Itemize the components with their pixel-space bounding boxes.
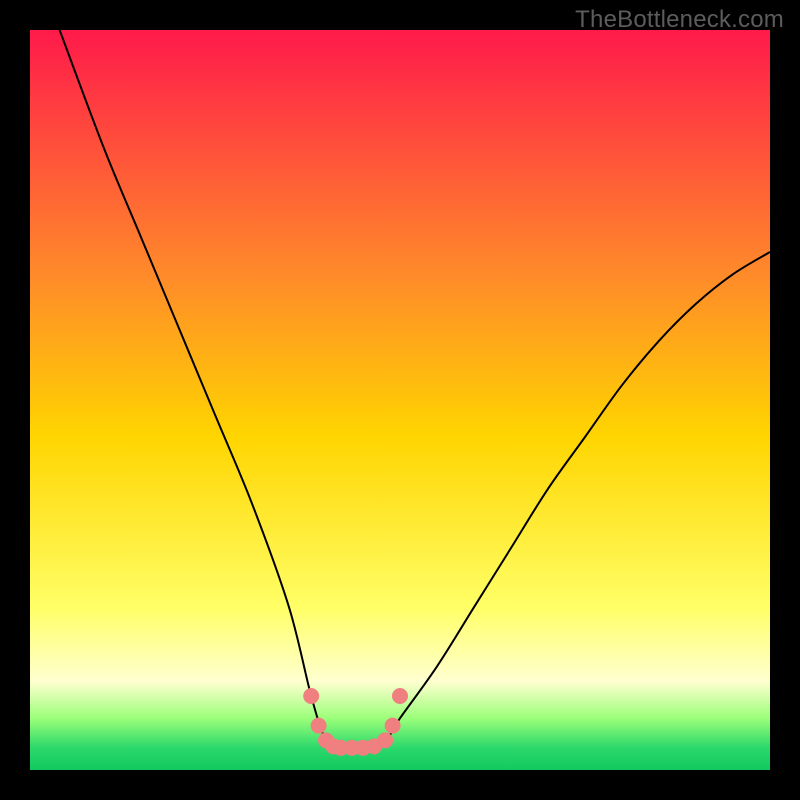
marker-dot [385,718,401,734]
marker-dot [311,718,327,734]
bottleneck-curve [60,30,770,749]
plot-area [30,30,770,770]
marker-dot [303,688,319,704]
optimal-range-markers [303,688,408,756]
marker-dot [377,732,393,748]
marker-dot [392,688,408,704]
chart-frame: TheBottleneck.com [0,0,800,800]
curve-layer [30,30,770,770]
